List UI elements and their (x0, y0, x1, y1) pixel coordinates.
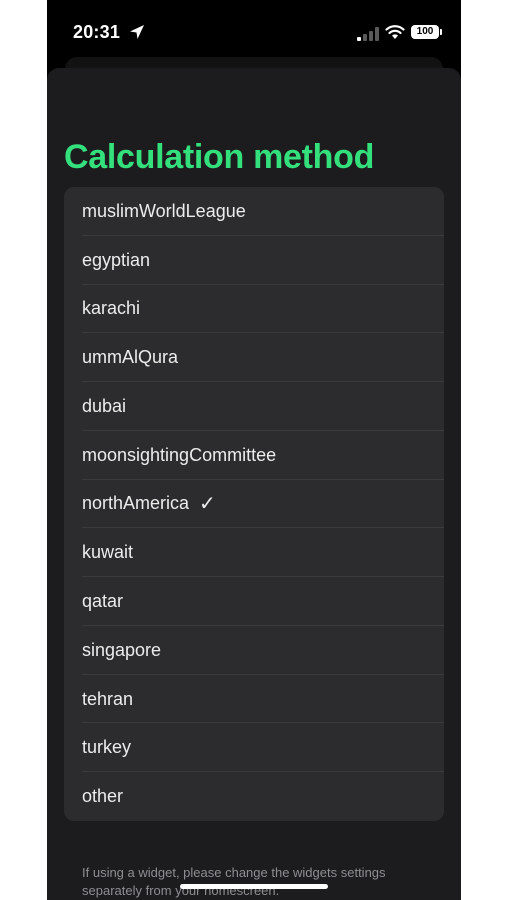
cellular-signal-icon (357, 27, 379, 41)
method-option-label: qatar (82, 591, 124, 611)
method-option-label: muslimWorldLeague (82, 200, 246, 221)
status-time: 20:31 (73, 22, 121, 42)
method-option-qatar[interactable]: qatar (64, 577, 444, 626)
page-title: Calculation method (64, 138, 375, 176)
method-option-label: egyptian (82, 249, 151, 270)
method-option-label: dubai (82, 395, 127, 416)
home-indicator[interactable] (180, 884, 328, 889)
method-option-label: singapore (82, 639, 162, 660)
modal-sheet: Calculation method muslimWorldLeague egyp… (47, 68, 461, 900)
method-option-label: kuwait (82, 542, 134, 563)
method-option-karachi[interactable]: karachi (64, 285, 444, 334)
method-option-turkey[interactable]: turkey (64, 723, 444, 772)
method-option-label: other (82, 786, 124, 807)
method-option-northAmerica[interactable]: northAmerica ✓ (64, 480, 444, 529)
method-option-egyptian[interactable]: egyptian (64, 236, 444, 285)
checkmark-icon: ✓ (199, 493, 216, 516)
calculation-method-list: muslimWorldLeague egyptian karachi ummAlQur… (64, 187, 444, 821)
method-option-label: karachi (82, 298, 141, 319)
method-option-muslimWorldLeague[interactable]: muslimWorldLeague (64, 187, 444, 236)
method-option-label: northAmerica (82, 493, 190, 514)
method-option-label: moonsightingCommittee (82, 444, 277, 465)
location-arrow-icon (130, 25, 144, 39)
method-option-dubai[interactable]: dubai (64, 382, 444, 431)
status-bar: 20:31 100 (47, 0, 461, 60)
method-option-label: ummAlQura (82, 347, 179, 368)
battery-tip (440, 29, 442, 35)
method-option-tehran[interactable]: tehran (64, 675, 444, 724)
battery-icon: 100 (411, 25, 439, 39)
method-option-kuwait[interactable]: kuwait (64, 528, 444, 577)
method-option-singapore[interactable]: singapore (64, 626, 444, 675)
method-option-label: tehran (82, 688, 134, 709)
method-option-moonsightingCommittee[interactable]: moonsightingCommittee (64, 431, 444, 480)
method-option-other[interactable]: other (64, 772, 444, 821)
phone-screen: 20:31 100 Calculation method muslimWorld… (47, 0, 461, 900)
wifi-icon (385, 25, 405, 39)
method-option-ummAlQura[interactable]: ummAlQura (64, 333, 444, 382)
method-option-label: turkey (82, 737, 132, 758)
widget-note: If using a widget, please change the wid… (82, 865, 386, 898)
